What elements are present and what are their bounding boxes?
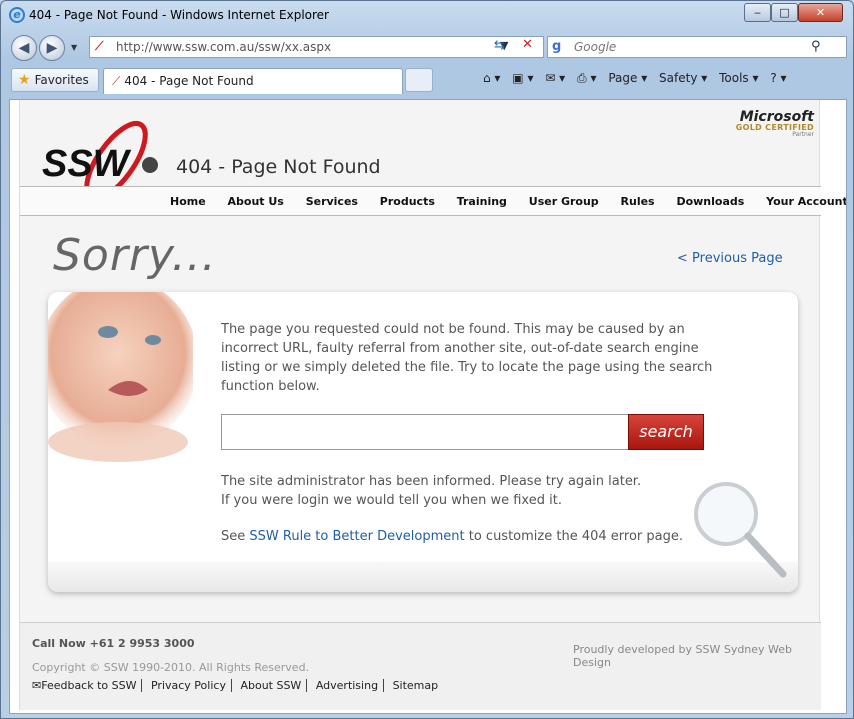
search-placeholder[interactable]: Google <box>574 40 616 54</box>
tab-active[interactable]: ⟋ 404 - Page Not Found <box>103 68 403 94</box>
search-icon[interactable]: ⚲ <box>811 39 821 54</box>
main-menu: Home About Us Services Products Training… <box>20 186 846 216</box>
page-icon: ⟋ <box>95 39 104 53</box>
menu-item-services[interactable]: Services <box>306 195 358 208</box>
menu-item-products[interactable]: Products <box>380 195 435 208</box>
sorry-heading: Sorry... <box>53 230 217 281</box>
badge-sub: Partner <box>792 131 814 138</box>
menu-item-downloads[interactable]: Downloads <box>676 195 744 208</box>
help-menu[interactable]: ? ▾ <box>770 71 786 85</box>
menu-item-your-account[interactable]: Your Account <box>766 195 846 208</box>
menu-item-rules[interactable]: Rules <box>621 195 655 208</box>
footer-link-privacy[interactable]: Privacy Policy <box>146 679 232 692</box>
badge-brand: Microsoft <box>739 109 814 125</box>
command-bar: ⌂ ▾ ▣ ▾ ✉ ▾ ⎙ ▾ Page ▾ Safety ▾ Tools ▾ … <box>483 71 795 86</box>
window-title: 404 - Page Not Found - Windows Internet … <box>29 8 329 22</box>
error-message: The page you requested could not be foun… <box>221 322 713 394</box>
panel-footer-band <box>48 562 798 592</box>
admin-line-1: The site administrator has been informed… <box>221 474 642 489</box>
browser-window: e 404 - Page Not Found - Windows Interne… <box>0 0 854 719</box>
tools-menu[interactable]: Tools ▾ <box>719 71 758 85</box>
previous-page-link[interactable]: < Previous Page <box>677 251 783 266</box>
print-icon[interactable]: ⎙ ▾ <box>577 71 596 85</box>
page-icon: ⟋ <box>112 74 121 88</box>
developer-credit[interactable]: Proudly developed by SSW Sydney Web Desi… <box>573 643 821 669</box>
feeds-icon[interactable]: ▣ ▾ <box>512 71 533 85</box>
mail-icon[interactable]: ✉ ▾ <box>545 71 565 85</box>
see-rule-text: See SSW Rule to Better Development to cu… <box>221 529 741 544</box>
history-dropdown-icon[interactable]: ▼ <box>71 43 77 52</box>
footer-links: ✉Feedback to SSW Privacy Policy About SS… <box>32 679 443 692</box>
site-page: SSW 404 - Page Not Found Microsoft GOLD … <box>19 100 846 710</box>
back-button[interactable]: ◀ <box>11 35 37 61</box>
browser-viewport: SSW 404 - Page Not Found Microsoft GOLD … <box>9 99 847 714</box>
copyright-text: Copyright © SSW 1990-2010. All Rights Re… <box>32 661 310 674</box>
maximize-button[interactable]: □ <box>771 3 798 22</box>
footer-link-sitemap[interactable]: Sitemap <box>388 679 444 692</box>
home-icon[interactable]: ⌂ ▾ <box>483 71 500 85</box>
favorites-button[interactable]: ★ Favorites <box>11 68 99 92</box>
search-box[interactable]: g Google ⚲ <box>547 36 847 58</box>
google-icon: g <box>552 39 562 54</box>
page-menu[interactable]: Page ▾ <box>608 71 647 85</box>
site-footer: Call Now +61 2 9953 3000 Proudly develop… <box>20 622 821 710</box>
see-suffix: to customize the 404 error page. <box>464 529 683 544</box>
page-title: 404 - Page Not Found <box>176 156 381 178</box>
magnifier-icon <box>694 482 787 578</box>
navigation-bar: ◀ ▶ ▼ ⟋ http://www.ssw.com.au/ssw/xx.asp… <box>1 31 853 63</box>
admin-message: The site administrator has been informed… <box>221 472 721 510</box>
safety-menu[interactable]: Safety ▾ <box>659 71 707 85</box>
crying-baby-image <box>48 292 193 462</box>
footer-link-feedback[interactable]: ✉Feedback to SSW <box>32 679 143 692</box>
menu-item-training[interactable]: Training <box>457 195 507 208</box>
footer-link-about[interactable]: About SSW <box>235 679 308 692</box>
admin-line-2: If you were login we would tell you when… <box>221 493 562 508</box>
close-button[interactable]: ✕ <box>798 3 843 22</box>
refresh-icon[interactable]: ⇆ <box>494 38 505 53</box>
logo-text: SSW <box>42 143 132 185</box>
favorites-label: Favorites <box>34 73 89 87</box>
stop-icon[interactable]: ✕ <box>522 37 533 52</box>
minimize-button[interactable]: ‒ <box>744 3 771 22</box>
title-bar: e 404 - Page Not Found - Windows Interne… <box>1 1 853 29</box>
menu-item-home[interactable]: Home <box>170 195 206 208</box>
internet-explorer-icon: e <box>9 7 25 23</box>
see-prefix: See <box>221 529 250 544</box>
address-bar[interactable]: ⟋ http://www.ssw.com.au/ssw/xx.aspx ▼ <box>89 36 544 58</box>
tab-bar: ★ Favorites ⟋ 404 - Page Not Found ⌂ ▾ ▣ ▾… <box>7 65 851 97</box>
forward-button[interactable]: ▶ <box>39 35 65 61</box>
rule-link[interactable]: SSW Rule to Better Development <box>249 529 464 544</box>
call-now-text: Call Now +61 2 9953 3000 <box>32 637 195 650</box>
address-url[interactable]: http://www.ssw.com.au/ssw/xx.aspx <box>116 40 331 54</box>
error-panel: The page you requested could not be foun… <box>48 292 798 592</box>
microsoft-partner-badge: Microsoft GOLD CERTIFIED Partner <box>714 110 814 138</box>
footer-link-advertising[interactable]: Advertising <box>311 679 385 692</box>
menu-item-user-group[interactable]: User Group <box>529 195 599 208</box>
tab-label: 404 - Page Not Found <box>124 74 254 88</box>
menu-item-about-us[interactable]: About Us <box>228 195 284 208</box>
new-tab-button[interactable] <box>405 68 433 92</box>
search-input[interactable] <box>221 414 629 450</box>
star-icon: ★ <box>18 72 31 88</box>
search-button[interactable]: search <box>628 414 704 450</box>
